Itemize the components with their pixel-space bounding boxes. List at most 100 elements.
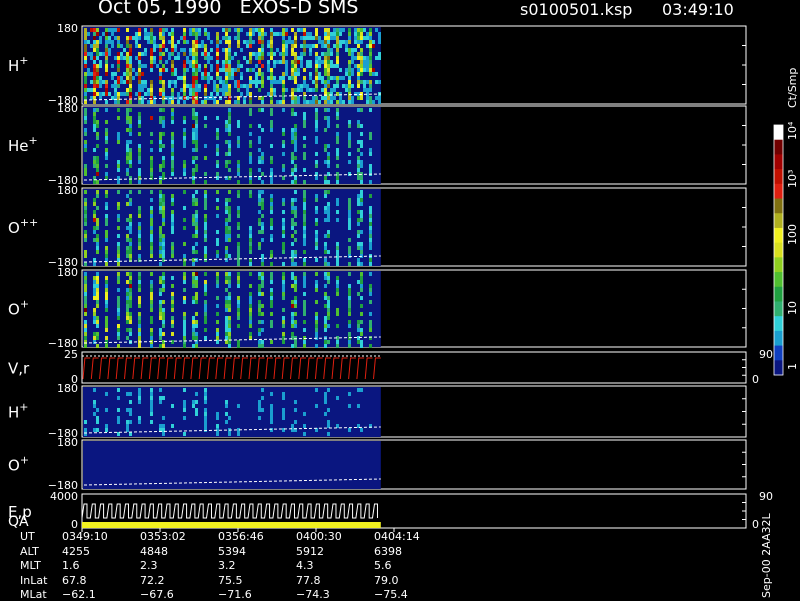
heatmap-cell: [291, 140, 294, 144]
heatmap-cell: [360, 388, 363, 392]
heatmap-cell: [261, 312, 264, 316]
heatmap-cell: [360, 198, 363, 202]
heatmap-cell: [282, 396, 285, 400]
heatmap-cell: [291, 136, 294, 140]
heatmap-cell: [360, 214, 363, 218]
heatmap-cell: [84, 140, 87, 144]
heatmap-cell: [126, 60, 129, 64]
heatmap-cell: [348, 120, 351, 124]
heatmap-cell: [249, 304, 252, 308]
heatmap-cell: [336, 396, 339, 400]
heatmap-cell: [192, 316, 195, 320]
heatmap-cell: [195, 198, 198, 202]
heatmap-cell: [129, 156, 132, 160]
heatmap-cell: [192, 80, 195, 84]
heatmap-cell: [171, 72, 174, 76]
heatmap-cell: [282, 132, 285, 136]
heatmap-cell: [126, 40, 129, 44]
heatmap-cell: [234, 100, 237, 104]
heatmap-cell: [327, 152, 330, 156]
heatmap-cell: [162, 92, 165, 96]
heatmap-cell: [102, 52, 105, 56]
heatmap-cell: [360, 288, 363, 292]
heatmap-cell: [336, 112, 339, 116]
heatmap-cell: [234, 80, 237, 84]
heatmap-cell: [150, 304, 153, 308]
heatmap-cell: [336, 288, 339, 292]
heatmap-cell: [261, 84, 264, 88]
heatmap-cell: [282, 222, 285, 226]
heatmap-cell: [204, 230, 207, 234]
heatmap-cell: [153, 56, 156, 60]
heatmap-cell: [240, 92, 243, 96]
heatmap-cell: [360, 28, 363, 32]
heatmap-cell: [318, 60, 321, 64]
heatmap-cell: [138, 238, 141, 242]
heatmap-cell: [315, 222, 318, 226]
heatmap-cell: [348, 308, 351, 312]
heatmap-cell: [249, 194, 252, 198]
heatmap-cell: [135, 92, 138, 96]
heatmap-cell: [270, 226, 273, 230]
heatmap-cell: [138, 112, 141, 116]
heatmap-cell: [117, 52, 120, 56]
heatmap-cell: [372, 44, 375, 48]
heatmap-cell: [315, 108, 318, 112]
heatmap-cell: [279, 80, 282, 84]
heatmap-cell: [141, 52, 144, 56]
heatmap-cell: [96, 32, 99, 36]
heatmap-cell: [360, 210, 363, 214]
heatmap-cell: [129, 64, 132, 68]
heatmap-cell: [360, 328, 363, 332]
heatmap-cell: [324, 52, 327, 56]
heatmap-cell: [192, 108, 195, 112]
heatmap-cell: [105, 88, 108, 92]
heatmap-cell: [171, 160, 174, 164]
heatmap-cell: [99, 84, 102, 88]
heatmap-cell: [126, 296, 129, 300]
heatmap-cell: [117, 280, 120, 284]
heatmap-cell: [111, 64, 114, 68]
heatmap-cell: [216, 60, 219, 64]
heatmap-cell: [228, 152, 231, 156]
heatmap-cell: [192, 400, 195, 404]
heatmap-cell: [204, 272, 207, 276]
heatmap-cell: [105, 284, 108, 288]
heatmap-cell: [171, 340, 174, 344]
heatmap-cell: [162, 194, 165, 198]
heatmap-cell: [192, 320, 195, 324]
heatmap-cell: [84, 324, 87, 328]
heatmap-cell: [252, 40, 255, 44]
ephemeris-label: ALT: [20, 544, 39, 558]
heatmap-cell: [87, 32, 90, 36]
heatmap-cell: [216, 172, 219, 176]
heatmap-cell: [204, 288, 207, 292]
heatmap-cell: [108, 28, 111, 32]
heatmap-cell: [171, 44, 174, 48]
heatmap-cell: [162, 198, 165, 202]
heatmap-cell: [144, 92, 147, 96]
heatmap-cell: [162, 100, 165, 104]
heatmap-cell: [225, 160, 228, 164]
heatmap-cell: [84, 148, 87, 152]
heatmap-cell: [117, 254, 120, 258]
heatmap-cell: [237, 60, 240, 64]
heatmap-cell: [195, 164, 198, 168]
heatmap-cell: [150, 336, 153, 340]
heatmap-cell: [339, 28, 342, 32]
heatmap-cell: [204, 144, 207, 148]
heatmap-cell: [126, 112, 129, 116]
colorbar-swatch: [774, 345, 783, 361]
heatmap-cell: [324, 160, 327, 164]
heatmap-cell: [84, 420, 87, 424]
heatmap-cell: [291, 100, 294, 104]
heatmap-cell: [342, 28, 345, 32]
heatmap-cell: [327, 420, 330, 424]
heatmap-cell: [261, 100, 264, 104]
heatmap-cell: [261, 52, 264, 56]
heatmap-cell: [162, 164, 165, 168]
heatmap-cell: [228, 218, 231, 222]
heatmap-cell: [228, 198, 231, 202]
heatmap-cell: [294, 222, 297, 226]
heatmap-cell: [105, 344, 108, 348]
